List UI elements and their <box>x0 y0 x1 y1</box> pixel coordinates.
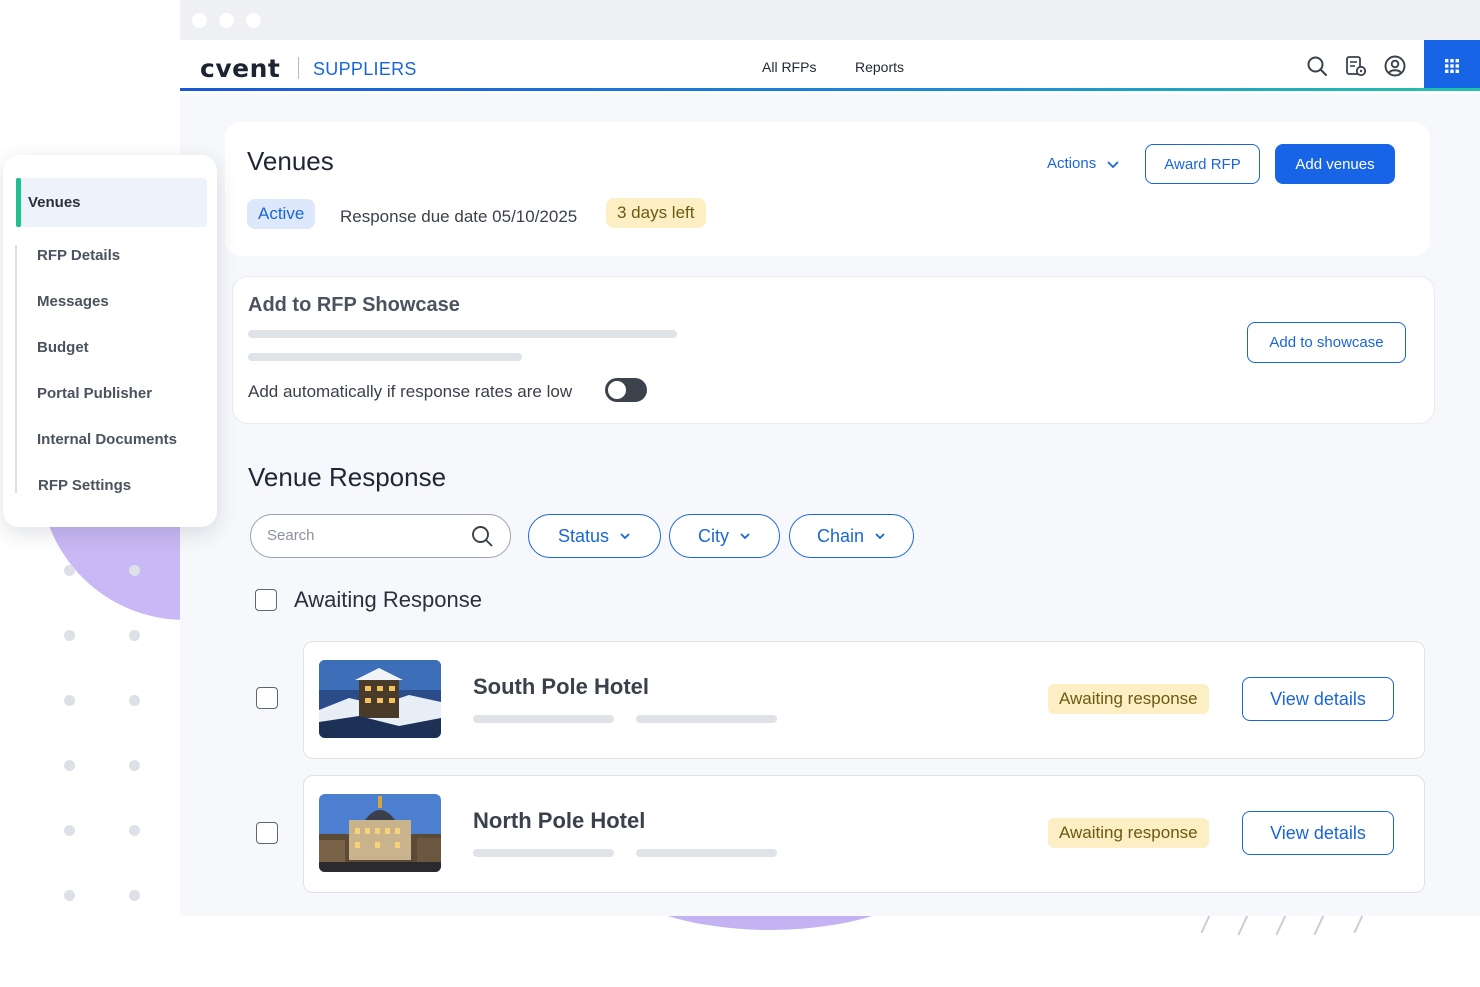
active-indicator <box>16 178 21 227</box>
skeleton-line <box>473 849 614 857</box>
add-to-showcase-button[interactable]: Add to showcase <box>1247 322 1406 363</box>
view-details-button[interactable]: View details <box>1242 811 1394 855</box>
actions-label: Actions <box>1047 155 1097 172</box>
chevron-down-icon <box>620 533 630 540</box>
skeleton-line <box>636 715 777 723</box>
venue-thumbnail <box>319 660 441 738</box>
top-navigation: cvent SUPPLIERS All RFPs Reports <box>180 40 1480 94</box>
browser-window: cvent SUPPLIERS All RFPs Reports Venues … <box>180 0 1480 916</box>
venue-status-badge: Awaiting response <box>1048 818 1209 848</box>
window-maximize-dot[interactable] <box>246 13 261 28</box>
user-profile-icon[interactable] <box>1383 54 1407 78</box>
sidebar-item-messages[interactable]: Messages <box>37 293 109 310</box>
window-titlebar <box>180 0 1480 40</box>
award-rfp-button[interactable]: Award RFP <box>1145 144 1260 184</box>
venues-header-card: Venues Active Response due date 05/10/20… <box>225 122 1430 256</box>
venue-status-badge: Awaiting response <box>1048 684 1209 714</box>
chain-filter-button[interactable]: Chain <box>789 514 914 558</box>
venue-name: North Pole Hotel <box>473 808 646 833</box>
sidebar-item-rfp-details[interactable]: RFP Details <box>37 247 120 264</box>
status-badge: Active <box>247 199 316 229</box>
apps-grid-button[interactable] <box>1424 40 1480 91</box>
status-filter-button[interactable]: Status <box>528 514 661 558</box>
sidebar-item-portal-publisher[interactable]: Portal Publisher <box>37 385 152 402</box>
chevron-down-icon <box>875 533 885 540</box>
auto-add-toggle[interactable] <box>605 378 647 402</box>
showcase-title: Add to RFP Showcase <box>248 294 460 316</box>
sidebar-rail <box>15 245 17 493</box>
group-label: Awaiting Response <box>294 587 482 612</box>
chevron-down-icon <box>1107 160 1119 168</box>
nav-all-rfps[interactable]: All RFPs <box>762 59 816 75</box>
chevron-down-icon <box>740 533 750 540</box>
view-details-button[interactable]: View details <box>1242 677 1394 721</box>
logo-divider <box>298 57 299 79</box>
due-date-text: Response due date 05/10/2025 <box>340 207 578 226</box>
product-name: SUPPLIERS <box>313 59 417 79</box>
sidebar-nav: Venues RFP Details Messages Budget Porta… <box>3 155 217 527</box>
sidebar-item-budget[interactable]: Budget <box>37 339 89 356</box>
skeleton-line <box>636 849 777 857</box>
sidebar-item-label: Venues <box>28 194 81 211</box>
sidebar-item-rfp-settings[interactable]: RFP Settings <box>38 477 131 494</box>
actions-dropdown[interactable]: Actions <box>1047 155 1120 172</box>
search-field[interactable] <box>250 514 511 558</box>
add-venues-button[interactable]: Add venues <box>1275 144 1395 184</box>
venue-checkbox[interactable] <box>256 822 278 844</box>
search-icon[interactable] <box>470 524 494 548</box>
skeleton-line <box>248 353 522 361</box>
toggle-knob <box>608 381 626 399</box>
nav-reports[interactable]: Reports <box>855 59 904 75</box>
status-filter-label: Status <box>557 525 610 546</box>
cvent-logo[interactable]: cvent <box>200 54 280 83</box>
city-filter-label: City <box>698 525 729 546</box>
nav-accent-line <box>180 88 1480 91</box>
skeleton-line <box>248 330 677 338</box>
window-close-dot[interactable] <box>192 13 207 28</box>
chain-filter-label: Chain <box>816 525 865 546</box>
auto-add-label: Add automatically if response rates are … <box>248 382 573 401</box>
apps-grid-icon <box>1445 58 1459 73</box>
calendar-settings-icon[interactable] <box>1344 54 1368 78</box>
search-icon[interactable] <box>1305 54 1329 78</box>
select-all-checkbox[interactable] <box>255 589 277 611</box>
showcase-card: Add to RFP Showcase Add automatically if… <box>232 276 1435 424</box>
sidebar-item-internal-documents[interactable]: Internal Documents <box>37 431 177 448</box>
sidebar-item-venues[interactable]: Venues <box>16 178 207 227</box>
venue-response-title: Venue Response <box>248 462 447 492</box>
venue-thumbnail <box>319 794 441 872</box>
skeleton-line <box>473 715 614 723</box>
venue-name: South Pole Hotel <box>473 674 649 699</box>
venue-card: North Pole Hotel Awaiting response View … <box>303 775 1425 893</box>
search-input[interactable] <box>267 527 457 544</box>
window-minimize-dot[interactable] <box>219 13 234 28</box>
venue-card: South Pole Hotel Awaiting response View … <box>303 641 1425 759</box>
venue-checkbox[interactable] <box>256 687 278 709</box>
days-left-badge: 3 days left <box>606 198 706 228</box>
page-title: Venues <box>247 146 334 176</box>
city-filter-button[interactable]: City <box>669 514 780 558</box>
